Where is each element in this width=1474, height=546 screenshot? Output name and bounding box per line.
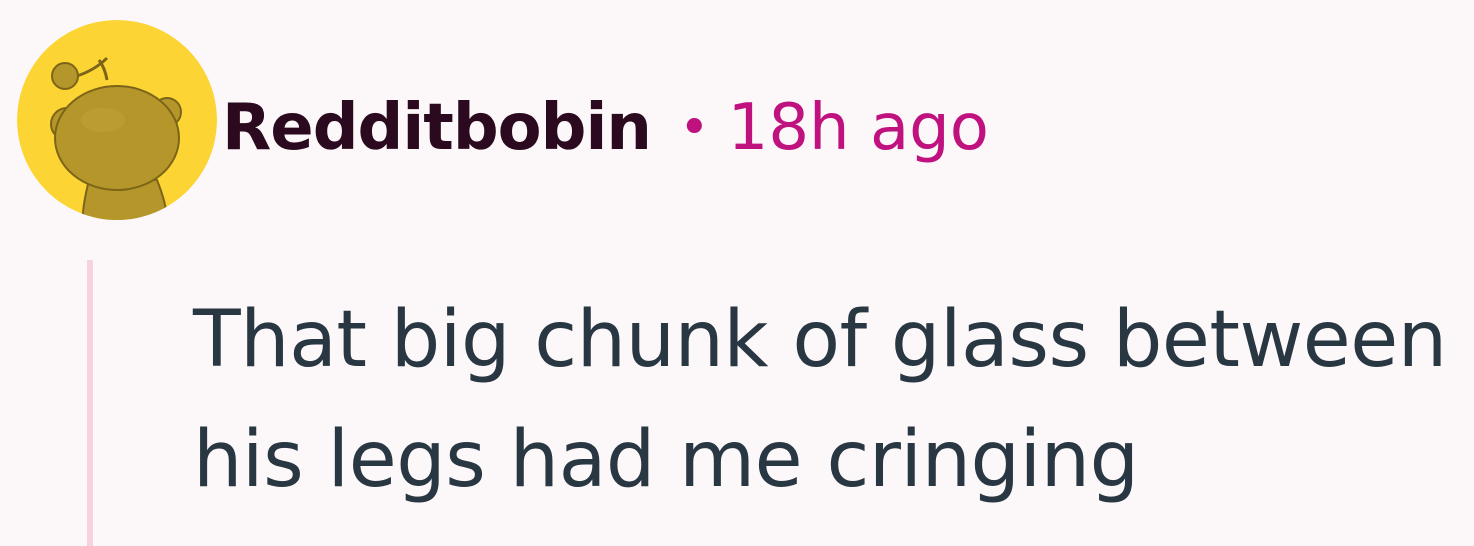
username-link[interactable]: Redditbobin	[222, 91, 652, 165]
comment-header: Redditbobin • 18h ago	[222, 88, 989, 168]
comment-timestamp[interactable]: 18h ago	[728, 91, 989, 165]
meta-separator: •	[678, 98, 710, 158]
comment: Redditbobin • 18h ago That big chunk of …	[0, 0, 1474, 546]
thread-line[interactable]	[87, 260, 93, 546]
comment-body: That big chunk of glass between his legs…	[193, 295, 1447, 505]
user-avatar[interactable]	[17, 20, 217, 220]
snoo-avatar-icon	[17, 20, 217, 220]
